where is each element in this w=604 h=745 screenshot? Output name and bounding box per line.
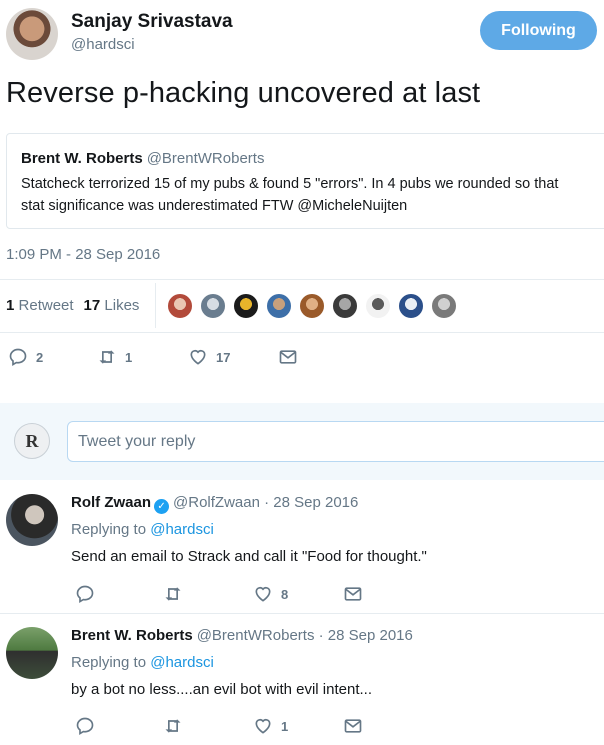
retweet-count: 1 [125,349,133,365]
author-handle[interactable]: @hardsci [71,36,135,53]
quoted-tweet-text-line: stat significance was underestimated FTW… [21,198,408,214]
envelope-icon [344,719,362,733]
replying-to-link[interactable]: @hardsci [150,521,214,538]
divider [0,279,604,280]
replying-to: Replying to @hardsci [71,654,214,671]
reply-meta: @RolfZwaan · 28 Sep 2016 [173,494,359,511]
reply-avatar[interactable] [6,627,58,679]
envelope-icon [279,350,297,364]
retweet-icon [165,719,181,733]
retweet-stat-count: 1 [6,297,15,314]
reply-header: Brent W. Roberts @BrentWRoberts · 28 Sep … [71,627,413,644]
replying-to-label: Replying to [71,521,147,538]
like-action[interactable]: 17 [188,347,230,367]
reply-text: by a bot no less....an evil bot with evi… [71,681,372,698]
quoted-author-name: Brent W. Roberts [21,150,143,167]
reply-author-name[interactable]: Brent W. Roberts [71,627,193,644]
reply-meta: @BrentWRoberts · 28 Sep 2016 [196,627,413,644]
reply-header: Rolf Zwaan ✓ @RolfZwaan · 28 Sep 2016 [71,494,358,514]
liker-avatar[interactable] [332,293,358,319]
liker-avatar[interactable] [365,293,391,319]
reply-author-name[interactable]: Rolf Zwaan [71,494,151,511]
retweet-action[interactable] [163,584,183,604]
envelope-icon [344,587,362,601]
following-button[interactable]: Following [480,11,597,50]
author-name[interactable]: Sanjay Srivastava [71,11,233,33]
quoted-author-handle: @BrentWRoberts [146,150,265,167]
quoted-tweet-text-line: Statcheck terrorized 15 of my pubs & fou… [21,176,559,192]
liker-avatar[interactable] [431,293,457,319]
replying-to-label: Replying to [71,654,147,671]
likes-stat-count: 17 [83,297,101,314]
reply-icon [76,585,94,603]
heart-icon [255,718,271,734]
like-count: 1 [281,718,289,734]
retweet-icon [99,350,115,364]
likes-stat[interactable]: 17 Likes [84,297,140,314]
stats-separator [155,283,156,328]
replying-to: Replying to @hardsci [71,521,214,538]
retweet-stat[interactable]: 1 Retweet [6,297,74,314]
heart-icon [255,586,271,602]
verified-badge-icon: ✓ [154,499,170,514]
retweet-icon [165,587,181,601]
retweet-action[interactable]: 1 [97,347,132,367]
tweet-reply-input[interactable] [67,421,604,462]
retweet-action[interactable] [163,716,183,736]
retweet-stat-label: Retweet [18,297,74,314]
message-action[interactable] [343,584,363,604]
liker-avatar[interactable] [398,293,424,319]
like-action[interactable]: 8 [253,584,288,604]
divider [0,613,604,614]
message-action[interactable] [278,347,298,367]
composer-avatar: R [14,423,50,459]
liker-avatar[interactable] [299,293,325,319]
heart-icon [190,349,206,365]
message-action[interactable] [343,716,363,736]
reply-action[interactable] [75,584,95,604]
like-count: 8 [281,586,289,602]
divider [0,332,604,333]
liker-avatar[interactable] [266,293,292,319]
like-count: 17 [216,349,231,365]
tweet-text: Reverse p-hacking uncovered at last [6,77,481,109]
quoted-tweet-author: Brent W. Roberts @BrentWRoberts [21,150,264,167]
like-action[interactable]: 1 [253,716,288,736]
likes-stat-label: Likes [104,297,140,314]
liker-avatar[interactable] [200,293,226,319]
reply-count: 2 [36,349,44,365]
reply-text: Send an email to Strack and call it "Foo… [71,548,427,565]
reply-avatar[interactable] [6,494,58,546]
tweet-timestamp[interactable]: 1:09 PM - 28 Sep 2016 [6,246,160,263]
author-avatar[interactable] [6,8,58,60]
reply-action[interactable] [75,716,95,736]
reply-icon [9,348,27,366]
reply-action[interactable]: 2 [8,347,43,367]
replying-to-link[interactable]: @hardsci [150,654,214,671]
liker-avatar[interactable] [233,293,259,319]
tweet-stats: 1 Retweet 17 Likes [6,297,139,314]
reply-icon [76,717,94,735]
liker-avatar[interactable] [167,293,193,319]
